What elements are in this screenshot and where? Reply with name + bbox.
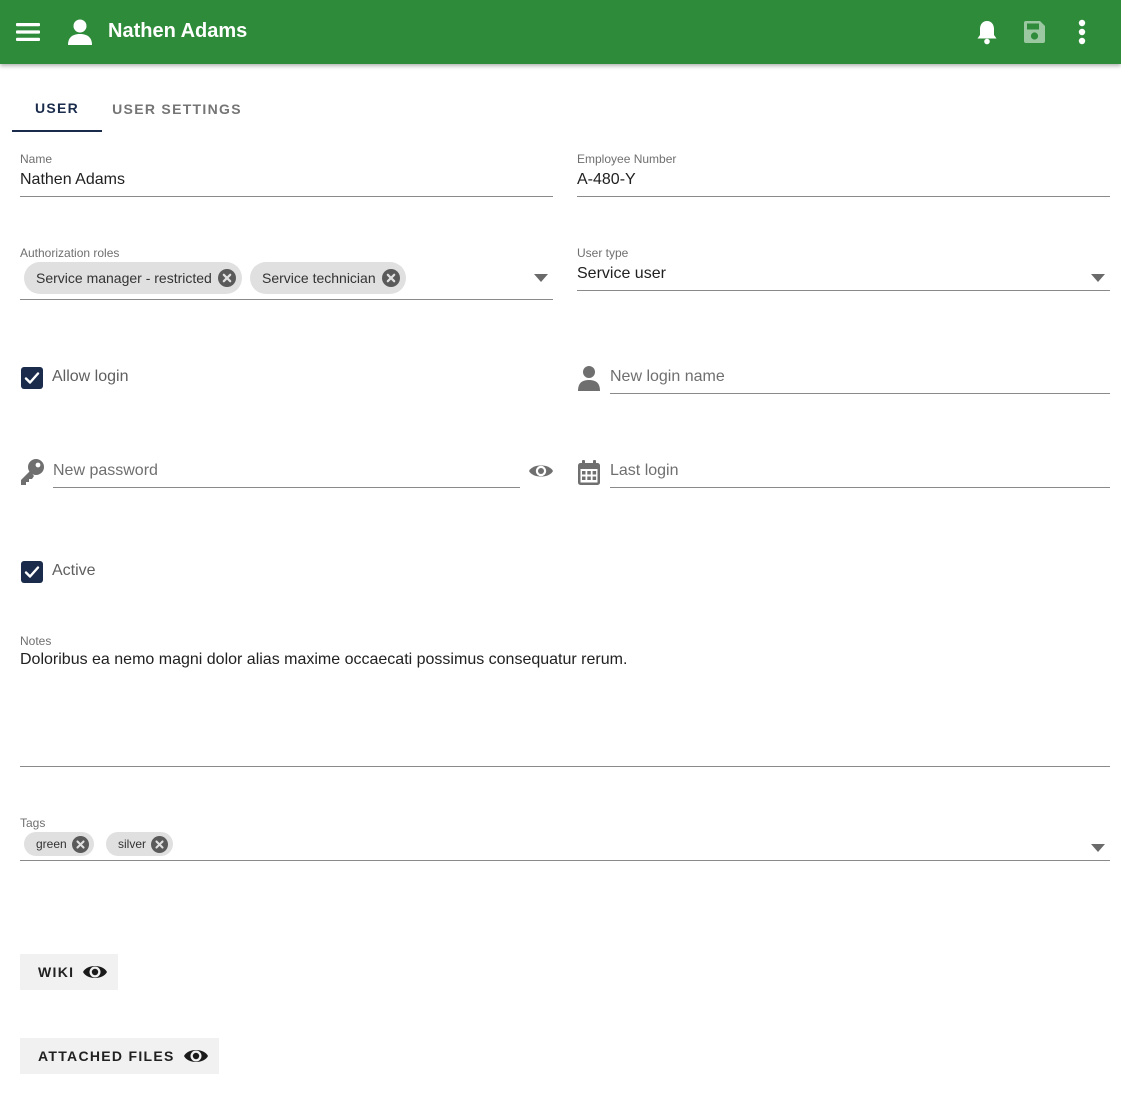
user-type-underline bbox=[577, 290, 1110, 291]
key-icon bbox=[19, 458, 45, 486]
employee-number-field[interactable]: Employee Number A-480-Y bbox=[577, 150, 1110, 198]
user-type-select[interactable]: User type Service user bbox=[577, 244, 1110, 292]
eye-icon[interactable] bbox=[528, 461, 554, 481]
page-title: Nathen Adams bbox=[108, 20, 248, 42]
chevron-down-icon[interactable] bbox=[1090, 840, 1106, 852]
last-login-input[interactable]: Last login bbox=[610, 454, 1110, 490]
eye-icon bbox=[183, 1046, 209, 1066]
new-password-placeholder: New password bbox=[53, 462, 158, 479]
notes-label: Notes bbox=[20, 634, 52, 648]
new-login-name-placeholder: New login name bbox=[610, 368, 725, 385]
user-type-value: Service user bbox=[577, 265, 666, 282]
new-password-input[interactable]: New password bbox=[53, 454, 520, 490]
chip-remove-icon[interactable] bbox=[381, 269, 400, 287]
attached-files-button[interactable]: ATTACHED FILES bbox=[20, 1038, 219, 1074]
last-login-underline bbox=[610, 487, 1110, 488]
active-label: Active bbox=[52, 562, 96, 579]
app-bar: Nathen Adams bbox=[0, 0, 1121, 64]
authorization-roles-underline bbox=[20, 299, 553, 300]
tag-chip: silver bbox=[106, 832, 174, 856]
employee-number-underline bbox=[577, 196, 1110, 197]
authorization-roles-select[interactable]: Authorization roles Service manager - re… bbox=[20, 244, 553, 302]
notes-textarea[interactable]: Notes Doloribus ea nemo magni dolor alia… bbox=[20, 632, 1110, 768]
tag-chip: green bbox=[24, 832, 94, 856]
employee-number-value: A-480-Y bbox=[577, 171, 636, 188]
name-value: Nathen Adams bbox=[20, 171, 125, 188]
more-vert-icon[interactable] bbox=[1070, 18, 1094, 46]
role-chip: Service technician bbox=[250, 262, 406, 294]
name-field[interactable]: Name Nathen Adams bbox=[20, 150, 553, 198]
person-icon bbox=[577, 364, 601, 392]
new-login-name-underline bbox=[610, 393, 1110, 394]
chevron-down-icon[interactable] bbox=[533, 270, 549, 282]
chip-remove-icon[interactable] bbox=[71, 835, 89, 853]
attached-files-button-label: ATTACHED FILES bbox=[38, 1048, 175, 1064]
tag-chip-label: silver bbox=[118, 837, 147, 851]
user-type-label: User type bbox=[577, 246, 629, 260]
new-password-underline bbox=[53, 487, 520, 488]
menu-icon[interactable] bbox=[14, 18, 42, 46]
tags-select[interactable]: Tags green silver bbox=[20, 814, 1110, 862]
role-chip-label: Service manager - restricted bbox=[36, 270, 212, 286]
user-icon bbox=[66, 18, 94, 46]
tag-chip-label: green bbox=[36, 837, 67, 851]
chip-remove-icon[interactable] bbox=[151, 835, 169, 853]
allow-login-checkbox[interactable] bbox=[21, 367, 43, 389]
eye-icon bbox=[82, 962, 108, 982]
wiki-button-label: WIKI bbox=[38, 964, 75, 980]
wiki-button[interactable]: WIKI bbox=[20, 954, 119, 990]
role-chip-label: Service technician bbox=[262, 270, 376, 286]
allow-login-label: Allow login bbox=[52, 368, 129, 385]
chevron-down-icon[interactable] bbox=[1090, 270, 1106, 282]
chip-remove-icon[interactable] bbox=[217, 269, 236, 287]
new-login-name-input[interactable]: New login name bbox=[610, 360, 1110, 396]
name-label: Name bbox=[20, 152, 53, 166]
last-login-placeholder: Last login bbox=[610, 462, 679, 479]
name-underline bbox=[20, 196, 553, 197]
role-chip: Service manager - restricted bbox=[24, 262, 242, 294]
employee-number-label: Employee Number bbox=[577, 152, 677, 166]
save-icon[interactable] bbox=[1021, 19, 1047, 45]
tags-label: Tags bbox=[20, 816, 46, 830]
tab-user-settings[interactable]: USER SETTINGS bbox=[102, 86, 252, 132]
tab-user[interactable]: USER bbox=[12, 86, 102, 132]
notes-underline bbox=[20, 766, 1110, 767]
authorization-roles-label: Authorization roles bbox=[20, 246, 120, 260]
notes-value: Doloribus ea nemo magni dolor alias maxi… bbox=[20, 651, 628, 668]
active-checkbox[interactable] bbox=[21, 561, 43, 583]
calendar-icon bbox=[577, 459, 601, 486]
tags-underline bbox=[20, 860, 1110, 861]
bell-icon[interactable] bbox=[974, 18, 1000, 46]
